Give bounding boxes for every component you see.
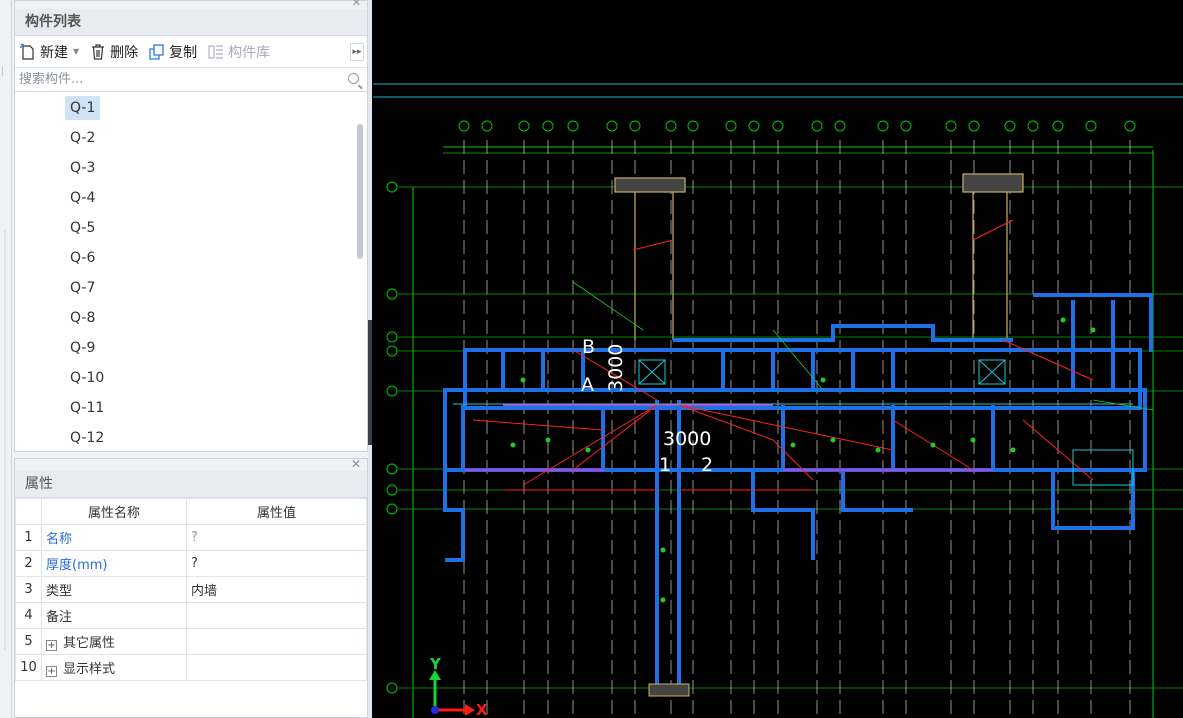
component-list: Q-1 Q-2 Q-3 Q-4 Q-5 Q-6 Q-7 Q-8 Q-9 Q-10… [15, 92, 367, 448]
strip-divider [4, 230, 6, 650]
column-header-name: 属性名称 [41, 498, 187, 525]
property-value[interactable]: ? [186, 524, 367, 551]
delete-label: 删除 [110, 44, 139, 61]
table-row[interactable]: 2 厚度(mm) ? [15, 550, 367, 577]
properties-panel: ✕ 属性 属性名称 属性值 1 名称 ? 2 厚度(mm) ? 3 类型 内墙 … [14, 457, 368, 718]
library-icon [207, 43, 225, 61]
property-group[interactable]: + 显示样式 [41, 654, 187, 681]
new-button[interactable]: 新建 ▼ [19, 42, 79, 62]
table-row[interactable]: 3 类型 内墙 [15, 576, 367, 603]
list-item[interactable]: Q-5 [65, 216, 100, 240]
dimension-label-vertical: 3000 [605, 343, 627, 392]
component-search [15, 68, 367, 92]
property-group[interactable]: + 其它属性 [41, 628, 187, 655]
list-item[interactable]: Q-1 [65, 96, 101, 120]
property-name: 备注 [41, 602, 187, 629]
list-item[interactable]: Q-2 [65, 126, 100, 150]
list-item[interactable]: Q-10 [65, 366, 109, 390]
floor-plan-drawing [373, 83, 1183, 718]
property-value[interactable]: 内墙 [186, 576, 367, 603]
dimension-label: 3000 [663, 428, 712, 450]
expand-icon[interactable]: + [46, 640, 57, 651]
row-index: 4 [15, 602, 42, 629]
side-panels: ✕ 构件列表 新建 ▼ 删除 复制 构件库 ▸▸ 搜索构件... Q-1 Q-2… [12, 0, 370, 718]
table-row[interactable]: 5 + 其它属性 [15, 628, 367, 655]
properties-title: 属性 [15, 471, 367, 498]
library-label: 构件库 [228, 44, 271, 61]
point-label-b: B [582, 336, 596, 358]
property-value[interactable] [186, 602, 367, 629]
component-library-button[interactable]: 构件库 [207, 42, 270, 62]
property-name: 其它属性 [63, 636, 116, 651]
panel-header-strip: ✕ [15, 0, 367, 9]
copy-label: 复制 [169, 44, 198, 61]
list-item[interactable]: Q-11 [65, 396, 109, 420]
copy-button[interactable]: 复制 [148, 42, 197, 62]
point-label-1: 1 [659, 454, 672, 476]
panel-splitter[interactable] [368, 0, 372, 718]
table-header-row: 属性名称 属性值 [15, 498, 367, 525]
list-item[interactable]: Q-6 [65, 246, 100, 270]
property-value[interactable]: ? [186, 550, 367, 577]
close-icon[interactable]: ✕ [352, 0, 361, 9]
component-list-title: 构件列表 [15, 9, 367, 36]
point-label-a: A [581, 374, 594, 396]
row-index: 5 [15, 628, 42, 655]
column-header-value: 属性值 [186, 498, 367, 525]
cad-canvas[interactable]: 3000 3000 B A 1 2 Y X [373, 0, 1183, 718]
property-name: 类型 [41, 576, 187, 603]
axis-y-label: Y [430, 655, 441, 673]
row-index: 2 [15, 550, 42, 577]
search-input[interactable] [19, 72, 319, 87]
left-collapsed-strip [0, 0, 12, 718]
expand-icon[interactable]: + [46, 666, 57, 677]
trash-icon [89, 43, 107, 61]
table-row[interactable]: 10 + 显示样式 [15, 654, 367, 681]
app-window: ✕ 构件列表 新建 ▼ 删除 复制 构件库 ▸▸ 搜索构件... Q-1 Q-2… [0, 0, 1183, 718]
list-item[interactable]: Q-7 [65, 276, 100, 300]
list-item[interactable]: Q-8 [65, 306, 100, 330]
panel-header-strip: ✕ [15, 457, 367, 471]
list-item[interactable]: Q-9 [65, 336, 100, 360]
toolbar-overflow-button[interactable]: ▸▸ [350, 43, 364, 61]
close-icon[interactable]: ✕ [351, 457, 361, 471]
row-index: 3 [15, 576, 42, 603]
new-file-icon [19, 42, 37, 61]
index-header [15, 498, 42, 525]
table-row[interactable]: 4 备注 [15, 602, 367, 629]
splitter-grip[interactable] [368, 320, 372, 445]
list-item[interactable]: Q-4 [65, 186, 100, 210]
property-value [186, 654, 367, 681]
list-item[interactable]: Q-12 [65, 426, 109, 448]
table-row[interactable]: 1 名称 ? [15, 524, 367, 551]
strip-handle[interactable] [2, 66, 9, 76]
row-index: 10 [15, 654, 42, 681]
new-label: 新建 [40, 44, 68, 61]
property-name: 厚度(mm) [41, 550, 187, 577]
search-icon[interactable] [348, 73, 359, 84]
row-index: 1 [15, 524, 42, 551]
chevron-down-icon[interactable]: ▼ [73, 47, 79, 56]
copy-icon [148, 43, 166, 61]
property-name: 名称 [41, 524, 187, 551]
point-label-2: 2 [701, 454, 714, 476]
axis-x-label: X [476, 701, 488, 718]
delete-button[interactable]: 删除 [89, 42, 138, 62]
list-item[interactable]: Q-3 [65, 156, 100, 180]
list-scrollbar[interactable] [357, 124, 363, 259]
property-value [186, 628, 367, 655]
component-toolbar: 新建 ▼ 删除 复制 构件库 ▸▸ [15, 36, 367, 68]
property-name: 显示样式 [63, 662, 116, 677]
properties-table: 属性名称 属性值 1 名称 ? 2 厚度(mm) ? 3 类型 内墙 4 备注 … [15, 498, 367, 681]
component-list-panel: ✕ 构件列表 新建 ▼ 删除 复制 构件库 ▸▸ 搜索构件... Q-1 Q-2… [14, 0, 368, 452]
